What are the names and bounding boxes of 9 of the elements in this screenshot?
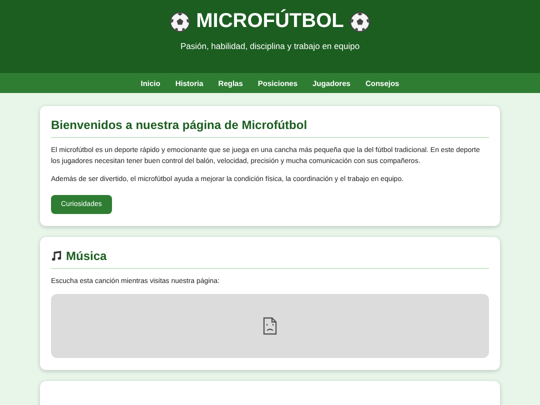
site-subtitle: Pasión, habilidad, disciplina y trabajo en equipo	[180, 41, 360, 51]
soccer-ball-icon	[350, 12, 370, 32]
card-heading: Música	[66, 248, 107, 263]
site-title: MICROFÚTBOL	[196, 10, 344, 33]
music-note-icon	[51, 250, 62, 262]
broken-file-icon	[263, 317, 277, 336]
card-heading: Bienvenidos a nuestra página de Microfútbol	[51, 118, 308, 132]
media-player[interactable]	[51, 294, 489, 358]
soccer-ball-icon	[170, 12, 190, 32]
